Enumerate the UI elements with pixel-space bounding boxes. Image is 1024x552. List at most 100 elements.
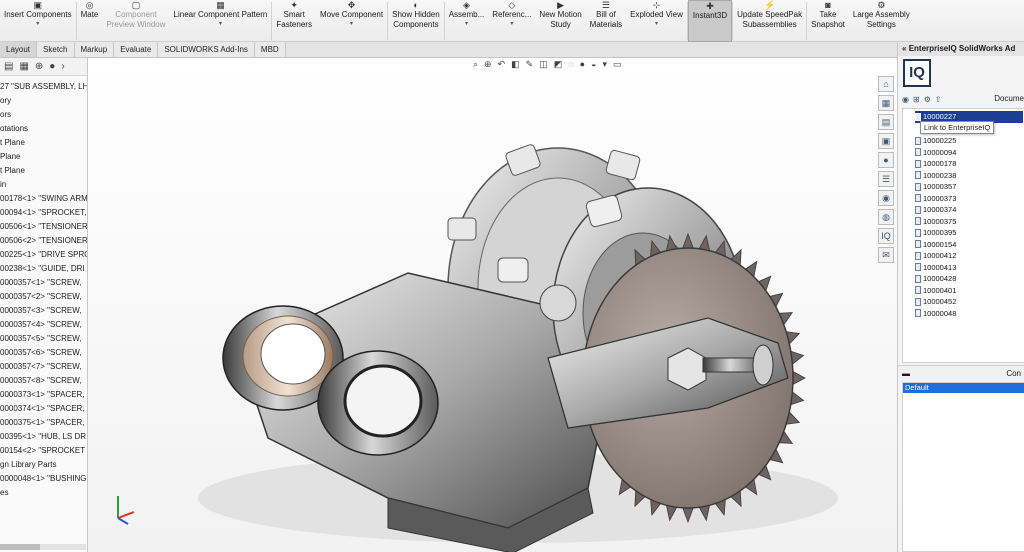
view-palette-icon[interactable]: ▣ <box>878 133 894 149</box>
chevron-down-icon[interactable]: ▾ <box>465 21 468 27</box>
horizontal-scrollbar[interactable] <box>0 544 86 550</box>
linear-pattern-button[interactable]: ▦ Linear Component Pattern ▾ <box>170 0 272 42</box>
property-manager-icon[interactable]: ▦ <box>19 61 28 72</box>
tab-solidworks-add-ins[interactable]: SOLIDWORKS Add-Ins <box>158 42 255 57</box>
chevron-down-icon[interactable]: ▾ <box>350 21 353 27</box>
document-item[interactable]: 10000048 <box>915 308 956 320</box>
document-item[interactable]: 10000428 <box>915 273 956 285</box>
move-component-button[interactable]: ✥ Move Component ▾ <box>316 0 387 42</box>
tree-item[interactable]: es <box>0 486 8 499</box>
settings-icon[interactable]: ⚙ <box>924 95 931 104</box>
custom-properties-icon[interactable]: ☰ <box>878 171 894 187</box>
document-item[interactable]: 10000401 <box>915 285 956 297</box>
assembly-features-button[interactable]: ◈ Assemb... ▾ <box>445 0 489 42</box>
large-assembly-button[interactable]: ⚙ Large Assembly Settings <box>849 0 914 42</box>
chevron-down-icon[interactable]: ▾ <box>655 21 658 27</box>
tree-item[interactable]: 0000357<2> "SCREW, <box>0 290 82 303</box>
tree-item[interactable]: 00094<1> "SPROCKET, <box>0 206 86 219</box>
chevron-down-icon[interactable]: ▾ <box>219 21 222 27</box>
document-item[interactable]: 10000413 <box>915 262 956 274</box>
expand-panel-icon[interactable]: › <box>61 61 64 72</box>
tree-item[interactable]: 00506<1> "TENSIONER <box>0 220 87 233</box>
tree-item[interactable]: in <box>0 178 6 191</box>
component-preview-button[interactable]: ▢ Component Preview Window <box>102 0 169 42</box>
refresh-icon[interactable]: ◉ <box>902 95 909 104</box>
tree-item[interactable]: 00506<2> "TENSIONER <box>0 234 87 247</box>
chevron-down-icon[interactable]: ▾ <box>510 21 513 27</box>
solidworks-resources-icon[interactable]: ◉ <box>878 190 894 206</box>
document-item[interactable]: 10000412 <box>915 250 956 262</box>
tree-item[interactable]: 0000374<1> "SPACER, <box>0 402 85 415</box>
smart-fasteners-button[interactable]: ✦ Smart Fasteners <box>272 0 316 42</box>
tab-mbd[interactable]: MBD <box>254 42 286 57</box>
tree-item[interactable]: 27 "SUB ASSEMBLY, LH <box>0 80 87 93</box>
document-item[interactable]: 10000154 <box>915 239 956 251</box>
exploded-view-button[interactable]: ⊹ Exploded View ▾ <box>626 0 687 42</box>
upload-icon[interactable]: ⇧ <box>935 95 942 104</box>
parts-icon[interactable]: ▦ <box>878 95 894 111</box>
tree-item[interactable]: otations <box>0 122 28 135</box>
tree-item[interactable]: 00154<2> "SPROCKET <box>0 444 85 457</box>
file-explorer-icon[interactable]: ▤ <box>878 114 894 130</box>
tree-item[interactable]: t Plane <box>0 136 25 149</box>
tree-item[interactable]: 0000357<3> "SCREW, <box>0 304 82 317</box>
tree-item[interactable]: gn Library Parts <box>0 458 56 471</box>
show-hidden-button[interactable]: ◐ Show Hidden Components <box>388 0 444 42</box>
tree-item[interactable]: 0000357<5> "SCREW, <box>0 332 82 345</box>
speedpak-button[interactable]: ⚡ Update SpeedPak Subassemblies <box>733 0 806 42</box>
document-item[interactable]: 10000395 <box>915 227 956 239</box>
graphics-viewport[interactable]: ⌕ ⊕ ↶ ◧ ✎ ◫ ◩ ◌ ● ◒ ▾ ▭ <box>88 58 897 552</box>
home-icon[interactable]: ⌂ <box>878 76 894 92</box>
bom-button[interactable]: ☰ Bill of Materials <box>586 0 626 42</box>
document-item[interactable]: 10000373 <box>915 193 956 205</box>
large-assembly-icon: ⚙ <box>877 0 886 10</box>
tree-item[interactable]: 0000357<8> "SCREW, <box>0 374 82 387</box>
enterpriseiq-icon[interactable]: IQ <box>878 228 894 244</box>
tree-item[interactable]: 0000373<1> "SPACER, <box>0 388 85 401</box>
document-item[interactable]: 10000094 <box>915 147 956 159</box>
tree-item[interactable]: ors <box>0 108 11 121</box>
tree-item[interactable]: 0000048<1> "BUSHING <box>0 472 86 485</box>
tab-layout[interactable]: Layout <box>0 42 38 57</box>
feature-manager-icon[interactable]: ▤ <box>4 61 13 72</box>
tree-item[interactable]: t Plane <box>0 164 25 177</box>
tab-evaluate[interactable]: Evaluate <box>114 42 159 57</box>
chevron-down-icon[interactable]: ▾ <box>36 21 39 27</box>
collapse-icon[interactable]: « <box>902 44 906 53</box>
document-item[interactable]: 10000374 <box>915 204 956 216</box>
tree-item[interactable]: ory <box>0 94 11 107</box>
tree-item[interactable]: 00178<1> "SWING ARM <box>0 192 87 205</box>
document-item[interactable]: 10000225 <box>915 135 956 147</box>
config-manager-icon[interactable]: ⊕ <box>35 61 43 72</box>
tree-item[interactable]: Plane <box>0 150 20 163</box>
reference-geometry-button[interactable]: ◇ Referenc... ▾ <box>488 0 535 42</box>
collapse-lower-icon[interactable]: ▬ <box>902 366 910 381</box>
snapshot-button[interactable]: ◙ Take Snapshot <box>807 0 849 42</box>
appearances-icon[interactable]: ● <box>878 152 894 168</box>
document-item[interactable]: 10000178 <box>915 158 956 170</box>
tab-markup[interactable]: Markup <box>74 42 115 57</box>
motion-study-button[interactable]: ▶ New Motion Study <box>535 0 585 42</box>
document-item[interactable]: 10000238 <box>915 170 956 182</box>
tree-item[interactable]: 0000357<4> "SCREW, <box>0 318 82 331</box>
tab-sketch[interactable]: Sketch <box>37 42 75 57</box>
document-item[interactable]: 10000452 <box>915 296 956 308</box>
assembly-model[interactable] <box>88 58 897 552</box>
tree-item[interactable]: 0000357<7> "SCREW, <box>0 360 82 373</box>
tree-item[interactable]: 00395<1> "HUB, LS DR <box>0 430 86 443</box>
forum-icon[interactable]: ✉ <box>878 247 894 263</box>
link-icon[interactable]: ⊞ <box>913 95 920 104</box>
tree-item[interactable]: 0000375<1> "SPACER, <box>0 416 85 429</box>
design-library-icon[interactable]: ◍ <box>878 209 894 225</box>
document-item[interactable]: 10000375 <box>915 216 956 228</box>
document-item[interactable]: 10000357 <box>915 181 956 193</box>
tree-item[interactable]: 00238<1> "GUIDE, DRI <box>0 262 85 275</box>
tree-item[interactable]: 0000357<1> "SCREW, <box>0 276 82 289</box>
insert-components-button[interactable]: ▣ Insert Components ▾ <box>0 0 76 42</box>
tree-item[interactable]: 0000357<6> "SCREW, <box>0 346 82 359</box>
tree-item[interactable]: 00225<1> "DRIVE SPRO <box>0 248 87 261</box>
appearance-icon[interactable]: ● <box>49 61 55 72</box>
instant3d-button[interactable]: ✚ Instant3D <box>687 0 733 42</box>
configuration-item[interactable]: Default <box>903 383 1024 393</box>
mate-button[interactable]: ◎ Mate <box>77 0 103 42</box>
